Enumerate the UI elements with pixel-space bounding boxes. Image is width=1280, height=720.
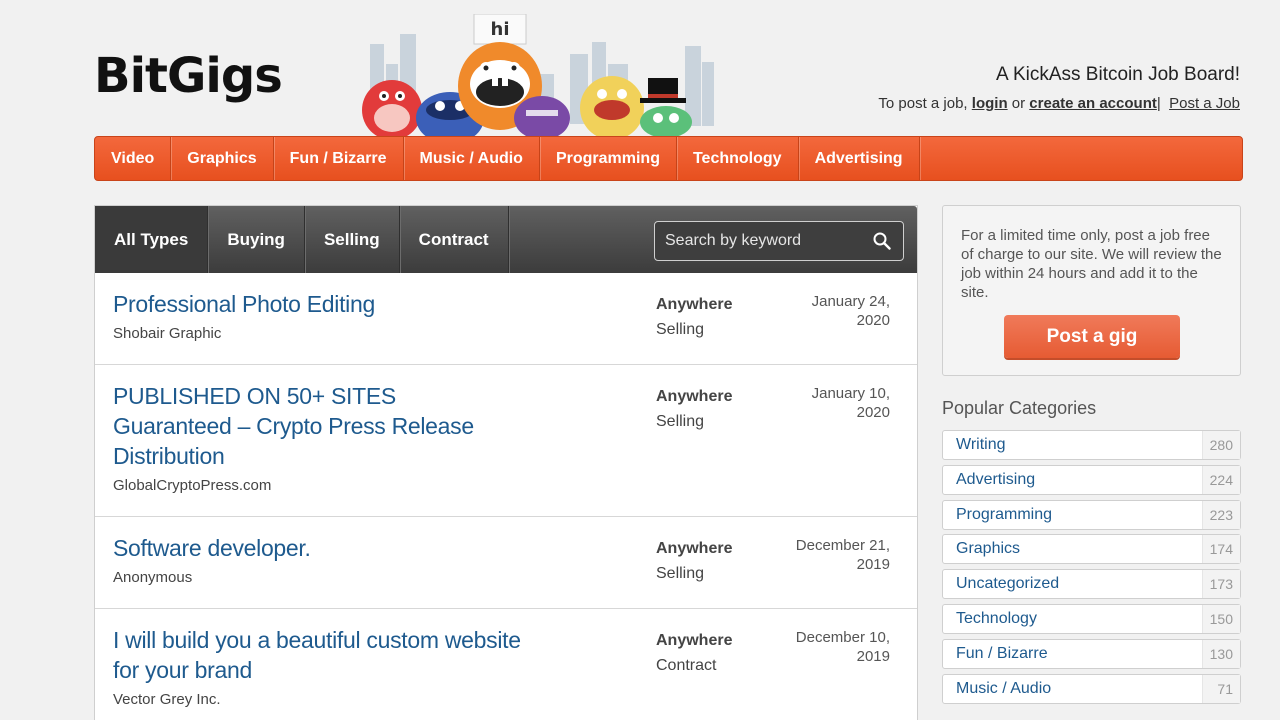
tab-contract[interactable]: Contract [400,206,509,273]
job-type: Selling [656,321,705,338]
create-account-link[interactable]: create an account [1029,95,1157,112]
nav-item-video[interactable]: Video [95,137,172,180]
search-box [654,221,904,261]
post-gig-button[interactable]: Post a gig [1004,315,1180,358]
mascot-illustration: hi [362,14,714,138]
job-title[interactable]: Professional Photo Editing [113,289,543,319]
job-date: January 24, 2020 [811,293,890,329]
category-count: 130 [1202,639,1240,668]
job-row: Professional Photo Editing Shobair Graph… [95,273,917,365]
job-listings-panel: All Types Buying Selling Contract Profes… [94,205,918,720]
nav-item-graphics[interactable]: Graphics [171,137,274,180]
link-separator: | [1156,95,1161,112]
category-count: 173 [1202,570,1240,599]
job-row: I will build you a beautiful custom webs… [95,609,917,720]
search-icon[interactable] [873,232,891,250]
listing-type-bar: All Types Buying Selling Contract [95,206,917,273]
job-location: Anywhere [656,632,733,649]
category-name: Graphics [956,540,1021,558]
job-title[interactable]: PUBLISHED ON 50+ SITES Guaranteed – Cryp… [113,381,503,471]
post-job-links: To post a job, login or create an accoun… [878,95,1240,112]
category-count: 223 [1202,500,1240,529]
job-date: December 10, 2019 [795,629,890,665]
post-job-link[interactable]: Post a Job [1169,95,1240,112]
category-name: Advertising [956,470,1036,488]
category-count: 150 [1202,604,1240,633]
job-title[interactable]: Software developer. [113,533,543,563]
category-name: Uncategorized [956,575,1060,593]
job-location: Anywhere [656,540,733,557]
nav-item-advertising[interactable]: Advertising [799,137,920,180]
job-meta: Anywhere Selling [656,536,732,586]
category-item-programming[interactable]: Programming 223 [942,499,1241,530]
category-name: Programming [956,505,1053,523]
job-row: PUBLISHED ON 50+ SITES Guaranteed – Cryp… [95,365,917,517]
tab-buying[interactable]: Buying [208,206,305,273]
category-nav: Video Graphics Fun / Bizarre Music / Aud… [94,136,1243,181]
job-title[interactable]: I will build you a beautiful custom webs… [113,625,543,685]
job-company: Vector Grey Inc. [113,691,221,708]
category-list: Writing 280 Advertising 224 Programming … [942,430,1241,708]
job-meta: Anywhere Selling [656,384,732,434]
job-location: Anywhere [656,296,733,313]
free-post-promo: For a limited time only, post a job free… [942,205,1241,376]
category-item-technology[interactable]: Technology 150 [942,603,1241,634]
or-text: or [1011,95,1026,112]
site-tagline: A KickAss Bitcoin Job Board! [996,64,1240,85]
category-count: 224 [1202,465,1240,494]
nav-item-music-audio[interactable]: Music / Audio [404,137,540,180]
promo-text: For a limited time only, post a job free… [961,227,1222,301]
category-item-advertising[interactable]: Advertising 224 [942,464,1241,495]
category-name: Music / Audio [956,679,1052,697]
category-count: 174 [1202,535,1240,564]
category-count: 71 [1202,674,1240,703]
post-prefix-text: To post a job, [878,95,968,112]
nav-item-technology[interactable]: Technology [677,137,799,180]
job-meta: Anywhere Contract [656,628,732,678]
category-item-writing[interactable]: Writing 280 [942,430,1241,460]
nav-item-programming[interactable]: Programming [540,137,677,180]
tab-selling[interactable]: Selling [305,206,400,273]
category-name: Fun / Bizarre [956,644,1048,662]
popular-categories-heading: Popular Categories [942,398,1097,418]
category-item-music-audio[interactable]: Music / Audio 71 [942,673,1241,704]
category-name: Writing [956,436,1006,453]
nav-item-fun-bizarre[interactable]: Fun / Bizarre [274,137,404,180]
job-type: Selling [656,565,705,582]
category-item-fun-bizarre[interactable]: Fun / Bizarre 130 [942,638,1241,669]
job-date: December 21, 2019 [795,537,890,573]
job-date: January 10, 2020 [811,385,890,421]
category-item-uncategorized[interactable]: Uncategorized 173 [942,569,1241,600]
job-location: Anywhere [656,388,733,405]
job-meta: Anywhere Selling [656,292,732,342]
login-link[interactable]: login [972,95,1008,112]
search-input[interactable] [665,232,865,250]
job-type: Selling [656,413,705,430]
mascot-sign-text: hi [491,19,510,40]
job-company: GlobalCryptoPress.com [113,477,272,494]
site-logo[interactable]: BitGigs [94,46,283,106]
category-count: 280 [1202,431,1240,459]
job-type: Contract [656,657,717,674]
tab-all-types[interactable]: All Types [95,206,209,273]
category-item-graphics[interactable]: Graphics 174 [942,534,1241,565]
category-name: Technology [956,609,1037,627]
job-row: Software developer. Anonymous Anywhere S… [95,517,917,609]
